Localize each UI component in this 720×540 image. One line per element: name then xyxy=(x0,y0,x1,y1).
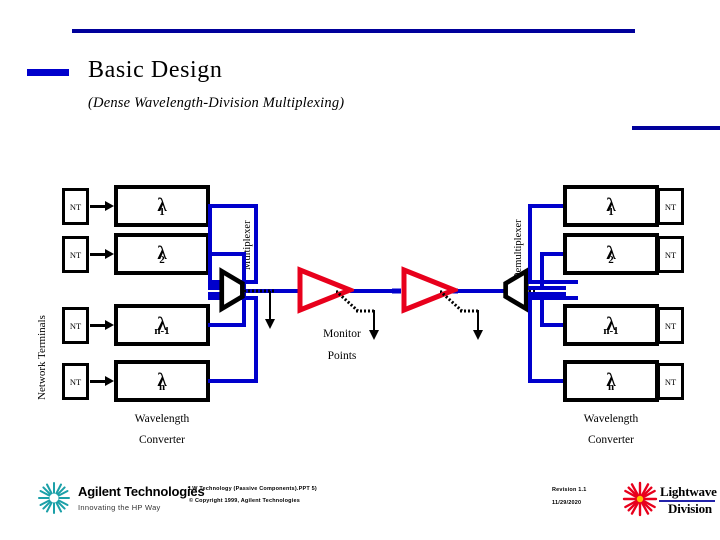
arrow-nt-to-converter-2 xyxy=(90,249,114,259)
arrow-nt-to-converter-4 xyxy=(90,376,114,386)
nt-box-right-1: NT xyxy=(657,188,684,225)
nt-label: NT xyxy=(69,201,82,212)
blue-line-left-1-drop xyxy=(254,204,258,284)
lambda-label-left-4: λn xyxy=(157,369,167,393)
nt-label: NT xyxy=(664,249,677,260)
lightwave-starburst-icon xyxy=(622,481,658,517)
slide-canvas: Basic Design (Dense Wavelength-Division … xyxy=(0,0,720,540)
blue-line-right-2-v xyxy=(540,252,544,288)
converter-label-left-line2: Converter xyxy=(139,434,185,446)
wavelength-converter-right-1: λ1 xyxy=(563,185,659,227)
wavelength-converter-left-1: λ1 xyxy=(114,185,210,227)
wavelength-converter-right-2: λ2 xyxy=(563,233,659,275)
blue-line-left-4-h xyxy=(208,379,258,383)
page-title: Basic Design xyxy=(88,57,223,83)
nt-box-left-1: NT xyxy=(62,188,89,225)
nt-label: NT xyxy=(664,376,677,387)
wavelength-converter-right-3: λ n-1 xyxy=(563,304,659,346)
nt-box-left-3: NT xyxy=(62,307,89,344)
blue-line-right-1-drop xyxy=(528,204,532,284)
wavelength-converter-left-4: λn xyxy=(114,360,210,402)
monitor-tap-dotted-1 xyxy=(244,289,274,293)
nt-label: NT xyxy=(69,249,82,260)
footer-revision: Revision 1.1 xyxy=(552,487,587,493)
blue-line-right-4-v xyxy=(528,296,532,383)
monitor-points-label-line2: Points xyxy=(327,350,357,362)
lightwave-wordmark-line1: Lightwave xyxy=(660,484,717,499)
wavelength-converter-left-2: λ2 xyxy=(114,233,210,275)
lambda-label-left-2: λ2 xyxy=(157,242,167,266)
lambda-label-left-1: λ1 xyxy=(157,194,167,218)
monitor-points-label-line1: Monitor xyxy=(323,328,361,340)
blue-line-right-2-join xyxy=(528,286,566,290)
wavelength-converter-left-3: λ n-1 xyxy=(114,304,210,346)
monitor-arrow-3 xyxy=(473,310,483,340)
footer-source-line: LW Technology (Passive Components).PPT 5… xyxy=(189,486,317,492)
nt-label: NT xyxy=(69,376,82,387)
blue-line-left-3-h xyxy=(208,323,246,327)
nt-label: NT xyxy=(664,320,677,331)
monitor-tap-dotted-3 xyxy=(440,289,478,313)
blue-line-left-2-h xyxy=(208,252,246,256)
footer-date: 11/29/2020 xyxy=(552,500,582,506)
nt-box-right-4: NT xyxy=(657,363,684,400)
converter-label-left-line1: Wavelength xyxy=(134,413,190,425)
right-divider-rule xyxy=(632,126,720,130)
lambda-label-right-4: λn xyxy=(606,369,616,393)
lambda-label-right-1: λ1 xyxy=(606,194,616,218)
footer-copyright-line: © Copyright 1999, Agilent Technologies xyxy=(189,498,300,504)
arrow-nt-to-converter-3 xyxy=(90,320,114,330)
wavelength-converter-right-4: λn xyxy=(563,360,659,402)
lambda-label-right-2: λ2 xyxy=(606,242,616,266)
lambda-label-left-3: λ n-1 xyxy=(154,313,170,337)
nt-label: NT xyxy=(69,320,82,331)
blue-line-left-1-v xyxy=(208,204,212,288)
agilent-sparkle-icon xyxy=(38,482,70,514)
arrow-nt-to-converter-1 xyxy=(90,201,114,211)
nt-box-right-3: NT xyxy=(657,307,684,344)
agilent-tagline: Innovating the HP Way xyxy=(78,503,161,512)
lambda-label-right-3: λ n-1 xyxy=(603,313,619,337)
blue-line-left-1-h xyxy=(208,204,258,208)
nt-box-left-4: NT xyxy=(62,363,89,400)
title-bullet-bar xyxy=(27,69,69,76)
blue-line-right-4-join xyxy=(528,296,578,300)
monitor-arrow-1 xyxy=(265,291,275,329)
demultiplexer-symbol xyxy=(503,267,529,313)
converter-label-right-line2: Converter xyxy=(588,434,634,446)
converter-label-right-line1: Wavelength xyxy=(583,413,639,425)
nt-box-left-2: NT xyxy=(62,236,89,273)
page-subtitle: (Dense Wavelength-Division Multiplexing) xyxy=(88,95,345,111)
lightwave-wordmark-line2: Division xyxy=(668,501,712,516)
blue-line-right-1-join xyxy=(528,280,578,284)
monitor-tap-dotted-2 xyxy=(336,289,374,313)
nt-label: NT xyxy=(664,201,677,212)
top-divider-rule xyxy=(72,29,635,33)
network-terminals-label: Network Terminals xyxy=(36,315,48,400)
agilent-wordmark: Agilent Technologies xyxy=(78,484,205,499)
nt-box-right-2: NT xyxy=(657,236,684,273)
